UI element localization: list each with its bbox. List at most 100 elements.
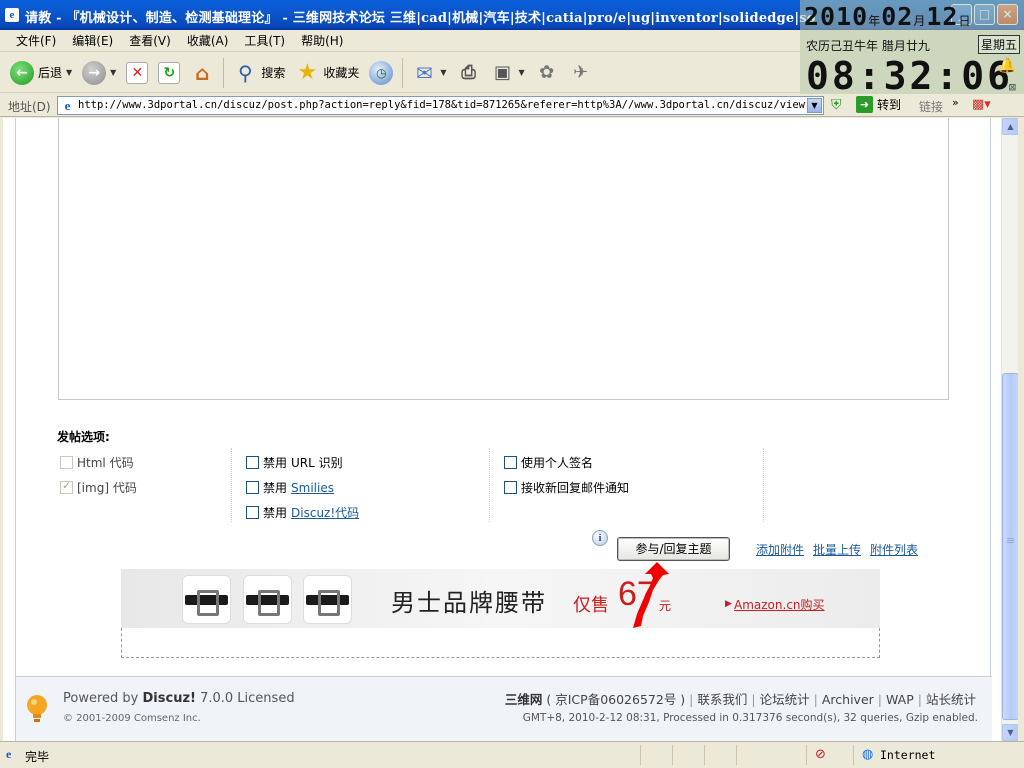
status-page-icon: e [6,747,12,761]
status-divider [736,745,737,765]
disable-url-checkbox[interactable] [246,456,259,469]
option-disable-url[interactable]: 禁用 URL 识别 [246,454,343,471]
smilies-link[interactable]: Smilies [291,481,334,495]
option-disable-smilies[interactable]: 禁用 Smilies [246,479,334,496]
disable-url-label: URL 识别 [291,456,343,470]
option-img[interactable]: [img] 代码 [60,479,137,496]
lightbulb-icon [27,695,47,722]
clock-day-unit: 日 [958,14,972,28]
research-button[interactable]: ✈ [565,57,597,89]
status-divider [704,745,705,765]
menu-file[interactable]: 文件(F) [8,32,64,49]
address-url[interactable]: http://www.3dportal.cn/discuz/post.php?a… [78,99,806,111]
banner-buy-link[interactable]: Amazon.cn购买 [734,596,825,613]
back-arrow-icon: ← [10,60,34,85]
addon-icon[interactable]: ▩▾ [972,97,991,112]
favorites-label: 收藏夹 [323,66,360,80]
toolbar-separator [402,57,404,88]
address-input[interactable]: e http://www.3dportal.cn/discuz/post.php… [57,96,824,115]
toolbar-separator [223,57,225,88]
footer-separator: | [917,692,922,707]
bell-icon[interactable]: 🔔 [999,58,1016,74]
history-button[interactable]: ◷ [365,57,397,89]
menu-edit[interactable]: 编辑(E) [64,32,121,49]
info-icon[interactable]: i [592,530,608,546]
mail-dropdown-icon[interactable]: ▼ [440,68,446,77]
refresh-button[interactable]: ↻ [154,57,184,89]
ad-banner[interactable]: 男士品牌腰带 仅售 67 元 ▶ Amazon.cn购买 [121,569,880,628]
stop-icon: ✕ [126,61,149,84]
disable-smilies-checkbox[interactable] [246,481,259,494]
scroll-thumb[interactable] [1002,373,1019,720]
discuz-code-link[interactable]: Discuz!代码 [291,504,359,521]
belt-image [243,575,292,624]
add-attachment-link[interactable]: 添加附件 [756,541,804,558]
scroll-down-button[interactable]: ▼ [1002,724,1019,741]
favorites-button[interactable]: ★ 收藏夹 [291,57,363,89]
standard-toolbar: ← 后退 ▼ → ▼ ✕ ↻ ⌂ ⚲ 搜索 ★ 收藏夹 ◷ ✉ ▼ ⎙ ▣ ▼ … [0,53,800,93]
menu-help[interactable]: 帮助(H) [293,32,351,49]
mail-button[interactable]: ✉ ▼ [408,57,450,89]
message-editor[interactable] [58,118,949,400]
back-label: 后退 [38,66,63,80]
powered-brand[interactable]: Discuz! [143,691,196,706]
option-html[interactable]: Html 代码 [60,454,134,471]
search-button[interactable]: ⚲ 搜索 [229,57,289,89]
option-email-notify[interactable]: 接收新回复邮件通知 [504,479,629,496]
batch-upload-link[interactable]: 批量上传 [813,541,861,558]
clock-time: 08:32:06 [806,54,1014,98]
column-divider [763,448,764,522]
column-divider [231,448,232,522]
submit-reply-button[interactable]: 参与/回复主题 [617,537,730,561]
address-dropdown-icon[interactable]: ▼ [807,98,822,113]
edit-button[interactable]: ▣ ▼ [487,57,529,89]
img-label: [img] 代码 [77,481,137,495]
widget-close-icon[interactable]: ⊠ [1009,80,1016,94]
edit-dropdown-icon[interactable]: ▼ [519,68,525,77]
banner-arrow-icon: ▶ [725,599,732,609]
home-button[interactable]: ⌂ [186,57,218,89]
option-signature[interactable]: 使用个人签名 [504,454,593,471]
forward-button[interactable]: → ▼ [78,57,120,89]
mail-icon: ✉ [415,60,433,85]
back-dropdown-icon[interactable]: ▼ [66,68,72,77]
stats-link[interactable]: 论坛统计 [760,692,810,707]
star-icon: ★ [297,59,318,85]
email-notify-checkbox[interactable] [504,481,517,494]
go-button[interactable]: ➜ 转到 [856,96,901,113]
column-divider [489,448,490,522]
back-button[interactable]: ← 后退 ▼ [6,57,76,89]
shield-icon[interactable]: ⛨ [831,97,842,113]
belt-image [303,575,352,624]
clock-date: 2010年02月12日 [804,2,971,31]
menu-tools[interactable]: 工具(T) [236,32,293,49]
img-checkbox[interactable] [60,479,73,494]
archiver-link[interactable]: Archiver [822,692,874,707]
disable-discuz-checkbox[interactable] [246,506,259,519]
webmaster-stats-link[interactable]: 站长统计 [926,692,976,707]
footer-separator: | [877,692,882,707]
links-label[interactable]: 链接 [919,98,943,115]
footer-meta: GMT+8, 2010-2-12 08:31, Processed in 0.3… [522,712,978,724]
search-icon: ⚲ [238,60,253,85]
address-label: 地址(D) [8,100,51,114]
menu-favorites[interactable]: 收藏(A) [179,32,237,49]
popup-blocked-icon[interactable]: ⊘ [815,747,826,762]
html-checkbox[interactable] [60,456,73,469]
print-button[interactable]: ⎙ [453,57,485,89]
menu-view[interactable]: 查看(V) [121,32,179,49]
stop-button[interactable]: ✕ [122,57,152,89]
contact-link[interactable]: 联系我们 [697,692,747,707]
signature-checkbox[interactable] [504,456,517,469]
post-options-title: 发帖选项: [57,430,110,444]
icp-number[interactable]: ( 京ICP备06026572号 ) [546,692,685,707]
site-name-link[interactable]: 三维网 [505,692,543,707]
messenger-button[interactable]: ✿ [531,57,563,89]
vertical-scrollbar[interactable]: ▲ ▼ [1001,118,1019,741]
wap-link[interactable]: WAP [886,692,914,707]
scroll-up-button[interactable]: ▲ [1002,118,1019,135]
links-more-icon[interactable]: » [952,96,959,109]
forward-dropdown-icon[interactable]: ▼ [110,68,116,77]
option-disable-discuz[interactable]: 禁用 Discuz!代码 [246,504,359,521]
attachment-list-link[interactable]: 附件列表 [870,541,918,558]
